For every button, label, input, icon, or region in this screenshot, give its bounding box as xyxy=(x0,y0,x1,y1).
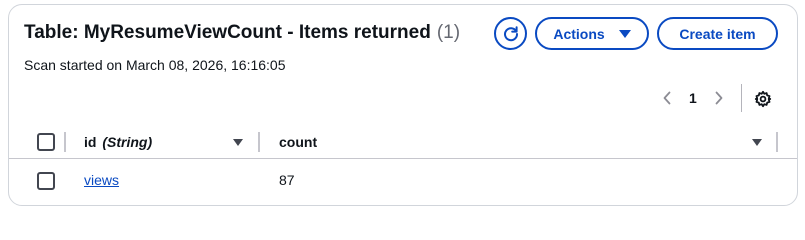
column-header-id[interactable]: id (String) xyxy=(84,134,152,150)
select-all-checkbox[interactable] xyxy=(37,133,55,151)
refresh-icon xyxy=(503,25,518,41)
item-count-value: 87 xyxy=(279,172,295,188)
column-header-count-name: count xyxy=(279,134,318,150)
previous-page-button[interactable] xyxy=(659,87,675,109)
table-header-row: id (String) count xyxy=(9,125,797,159)
actions-dropdown-button[interactable]: Actions xyxy=(535,17,649,50)
create-item-label: Create item xyxy=(679,25,756,42)
pagination: 1 xyxy=(659,87,727,109)
caret-down-icon xyxy=(618,29,631,38)
actions-label: Actions xyxy=(553,25,605,42)
scan-status: Scan started on March 08, 2026, 16:16:05 xyxy=(24,57,286,73)
table-title: Table: MyResumeViewCount - Items returne… xyxy=(24,22,431,43)
gear-icon xyxy=(754,90,772,108)
column-header-id-type: (String) xyxy=(102,134,153,150)
page-title: Table: MyResumeViewCount - Items returne… xyxy=(24,22,460,44)
current-page-number[interactable]: 1 xyxy=(689,90,697,106)
chevron-left-icon xyxy=(663,91,671,105)
sort-caret-icon[interactable] xyxy=(752,139,762,146)
column-divider xyxy=(258,132,260,152)
column-header-id-name: id xyxy=(84,134,97,150)
table-preferences-button[interactable] xyxy=(753,89,773,109)
create-item-button[interactable]: Create item xyxy=(657,17,778,50)
toolbar-divider xyxy=(741,84,742,112)
chevron-right-icon xyxy=(715,91,723,105)
column-header-count[interactable]: count xyxy=(279,134,317,150)
item-id-link[interactable]: views xyxy=(84,172,119,188)
next-page-button[interactable] xyxy=(711,87,727,109)
items-table-container: Table: MyResumeViewCount - Items returne… xyxy=(8,4,798,206)
column-divider xyxy=(776,132,778,152)
items-count: (1) xyxy=(436,22,461,43)
row-select-checkbox[interactable] xyxy=(37,172,55,190)
sort-caret-icon[interactable] xyxy=(233,139,243,146)
refresh-button[interactable] xyxy=(494,17,527,50)
column-divider xyxy=(64,132,66,152)
